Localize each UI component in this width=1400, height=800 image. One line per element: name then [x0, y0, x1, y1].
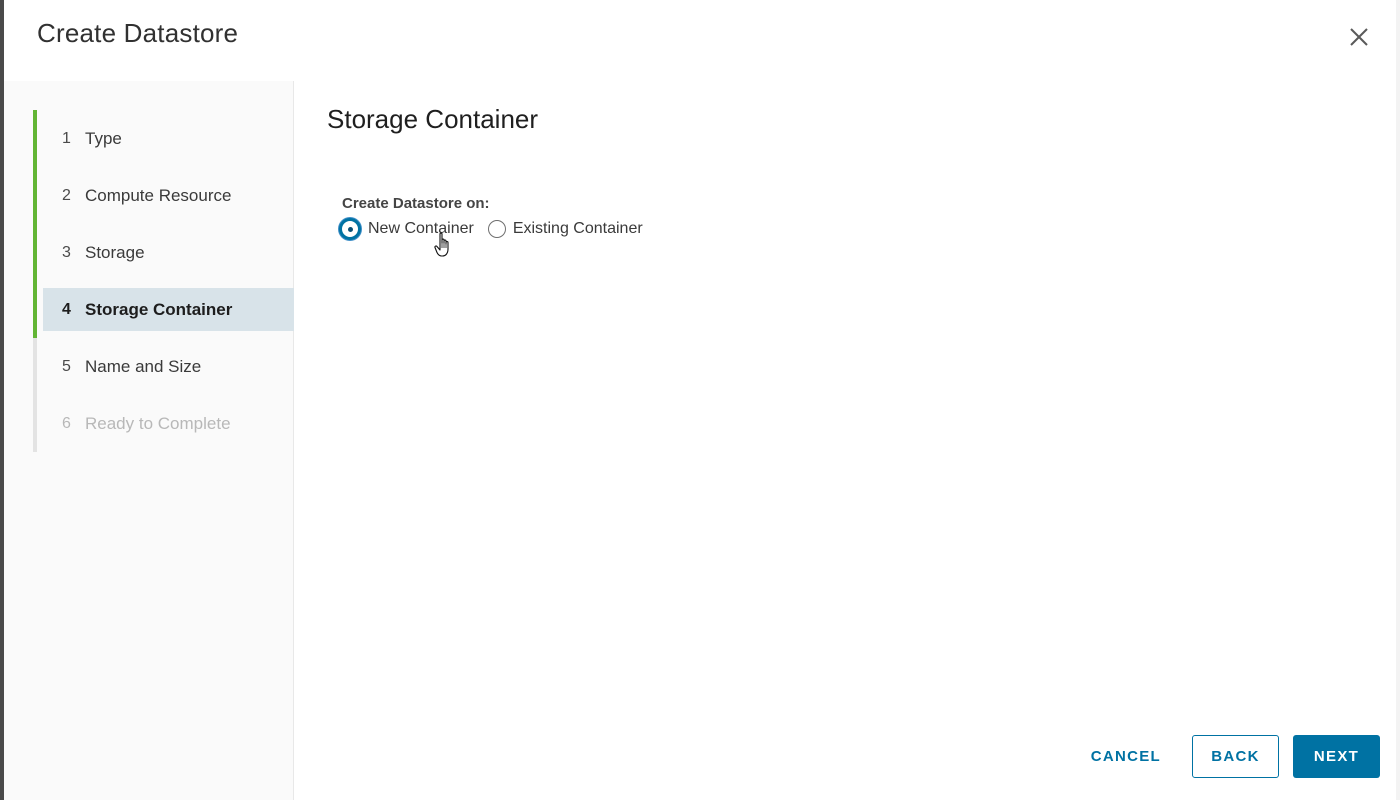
step-progress-bar — [33, 338, 37, 395]
step-ready-to-complete: 6 Ready to Complete — [33, 395, 294, 452]
step-number: 4 — [62, 300, 71, 318]
footer-buttons: CANCEL BACK NEXT — [1072, 735, 1380, 778]
step-type[interactable]: 1 Type — [33, 110, 294, 167]
step-compute-resource[interactable]: 2 Compute Resource — [33, 167, 294, 224]
wizard-steps: 1 Type 2 Compute Resource 3 Storage 4 St… — [33, 110, 294, 452]
step-label: Storage — [85, 242, 145, 262]
create-on-label: Create Datastore on: — [342, 195, 490, 212]
step-storage-container[interactable]: 4 Storage Container — [33, 281, 294, 338]
step-label: Ready to Complete — [85, 413, 231, 433]
step-progress-bar — [33, 281, 37, 338]
step-label: Storage Container — [85, 299, 233, 319]
page-title: Storage Container — [327, 104, 539, 134]
step-label: Compute Resource — [85, 185, 232, 205]
step-name-and-size[interactable]: 5 Name and Size — [33, 338, 294, 395]
step-label: Type — [85, 128, 122, 148]
step-progress-bar — [33, 167, 37, 224]
step-label: Name and Size — [85, 356, 202, 376]
create-datastore-dialog: Create Datastore 1 Type 2 Compute Resour… — [4, 0, 1396, 800]
wizard-steps-sidebar: 1 Type 2 Compute Resource 3 Storage 4 St… — [4, 81, 294, 800]
new-container-label[interactable]: New Container — [368, 220, 474, 238]
next-button[interactable]: NEXT — [1293, 735, 1380, 778]
hand-pointer-icon — [434, 232, 454, 263]
existing-container-label[interactable]: Existing Container — [513, 220, 643, 238]
container-radio-group: New Container Existing Container — [339, 218, 657, 240]
dialog-title: Create Datastore — [37, 18, 239, 48]
back-button[interactable]: BACK — [1192, 735, 1279, 778]
step-progress-bar — [33, 224, 37, 281]
step-number: 1 — [62, 129, 71, 147]
existing-container-radio[interactable] — [487, 220, 506, 238]
background-edge — [1396, 0, 1400, 800]
step-progress-bar — [33, 395, 37, 452]
step-number: 5 — [62, 357, 71, 375]
existing-container-option[interactable]: Existing Container — [487, 220, 643, 238]
step-number: 6 — [62, 414, 71, 432]
cancel-button[interactable]: CANCEL — [1072, 735, 1180, 778]
close-icon[interactable] — [1344, 22, 1374, 52]
step-number: 3 — [62, 243, 71, 261]
step-progress-bar — [33, 110, 37, 167]
step-storage[interactable]: 3 Storage — [33, 224, 294, 281]
step-number: 2 — [62, 186, 71, 204]
new-container-radio[interactable] — [339, 218, 361, 240]
